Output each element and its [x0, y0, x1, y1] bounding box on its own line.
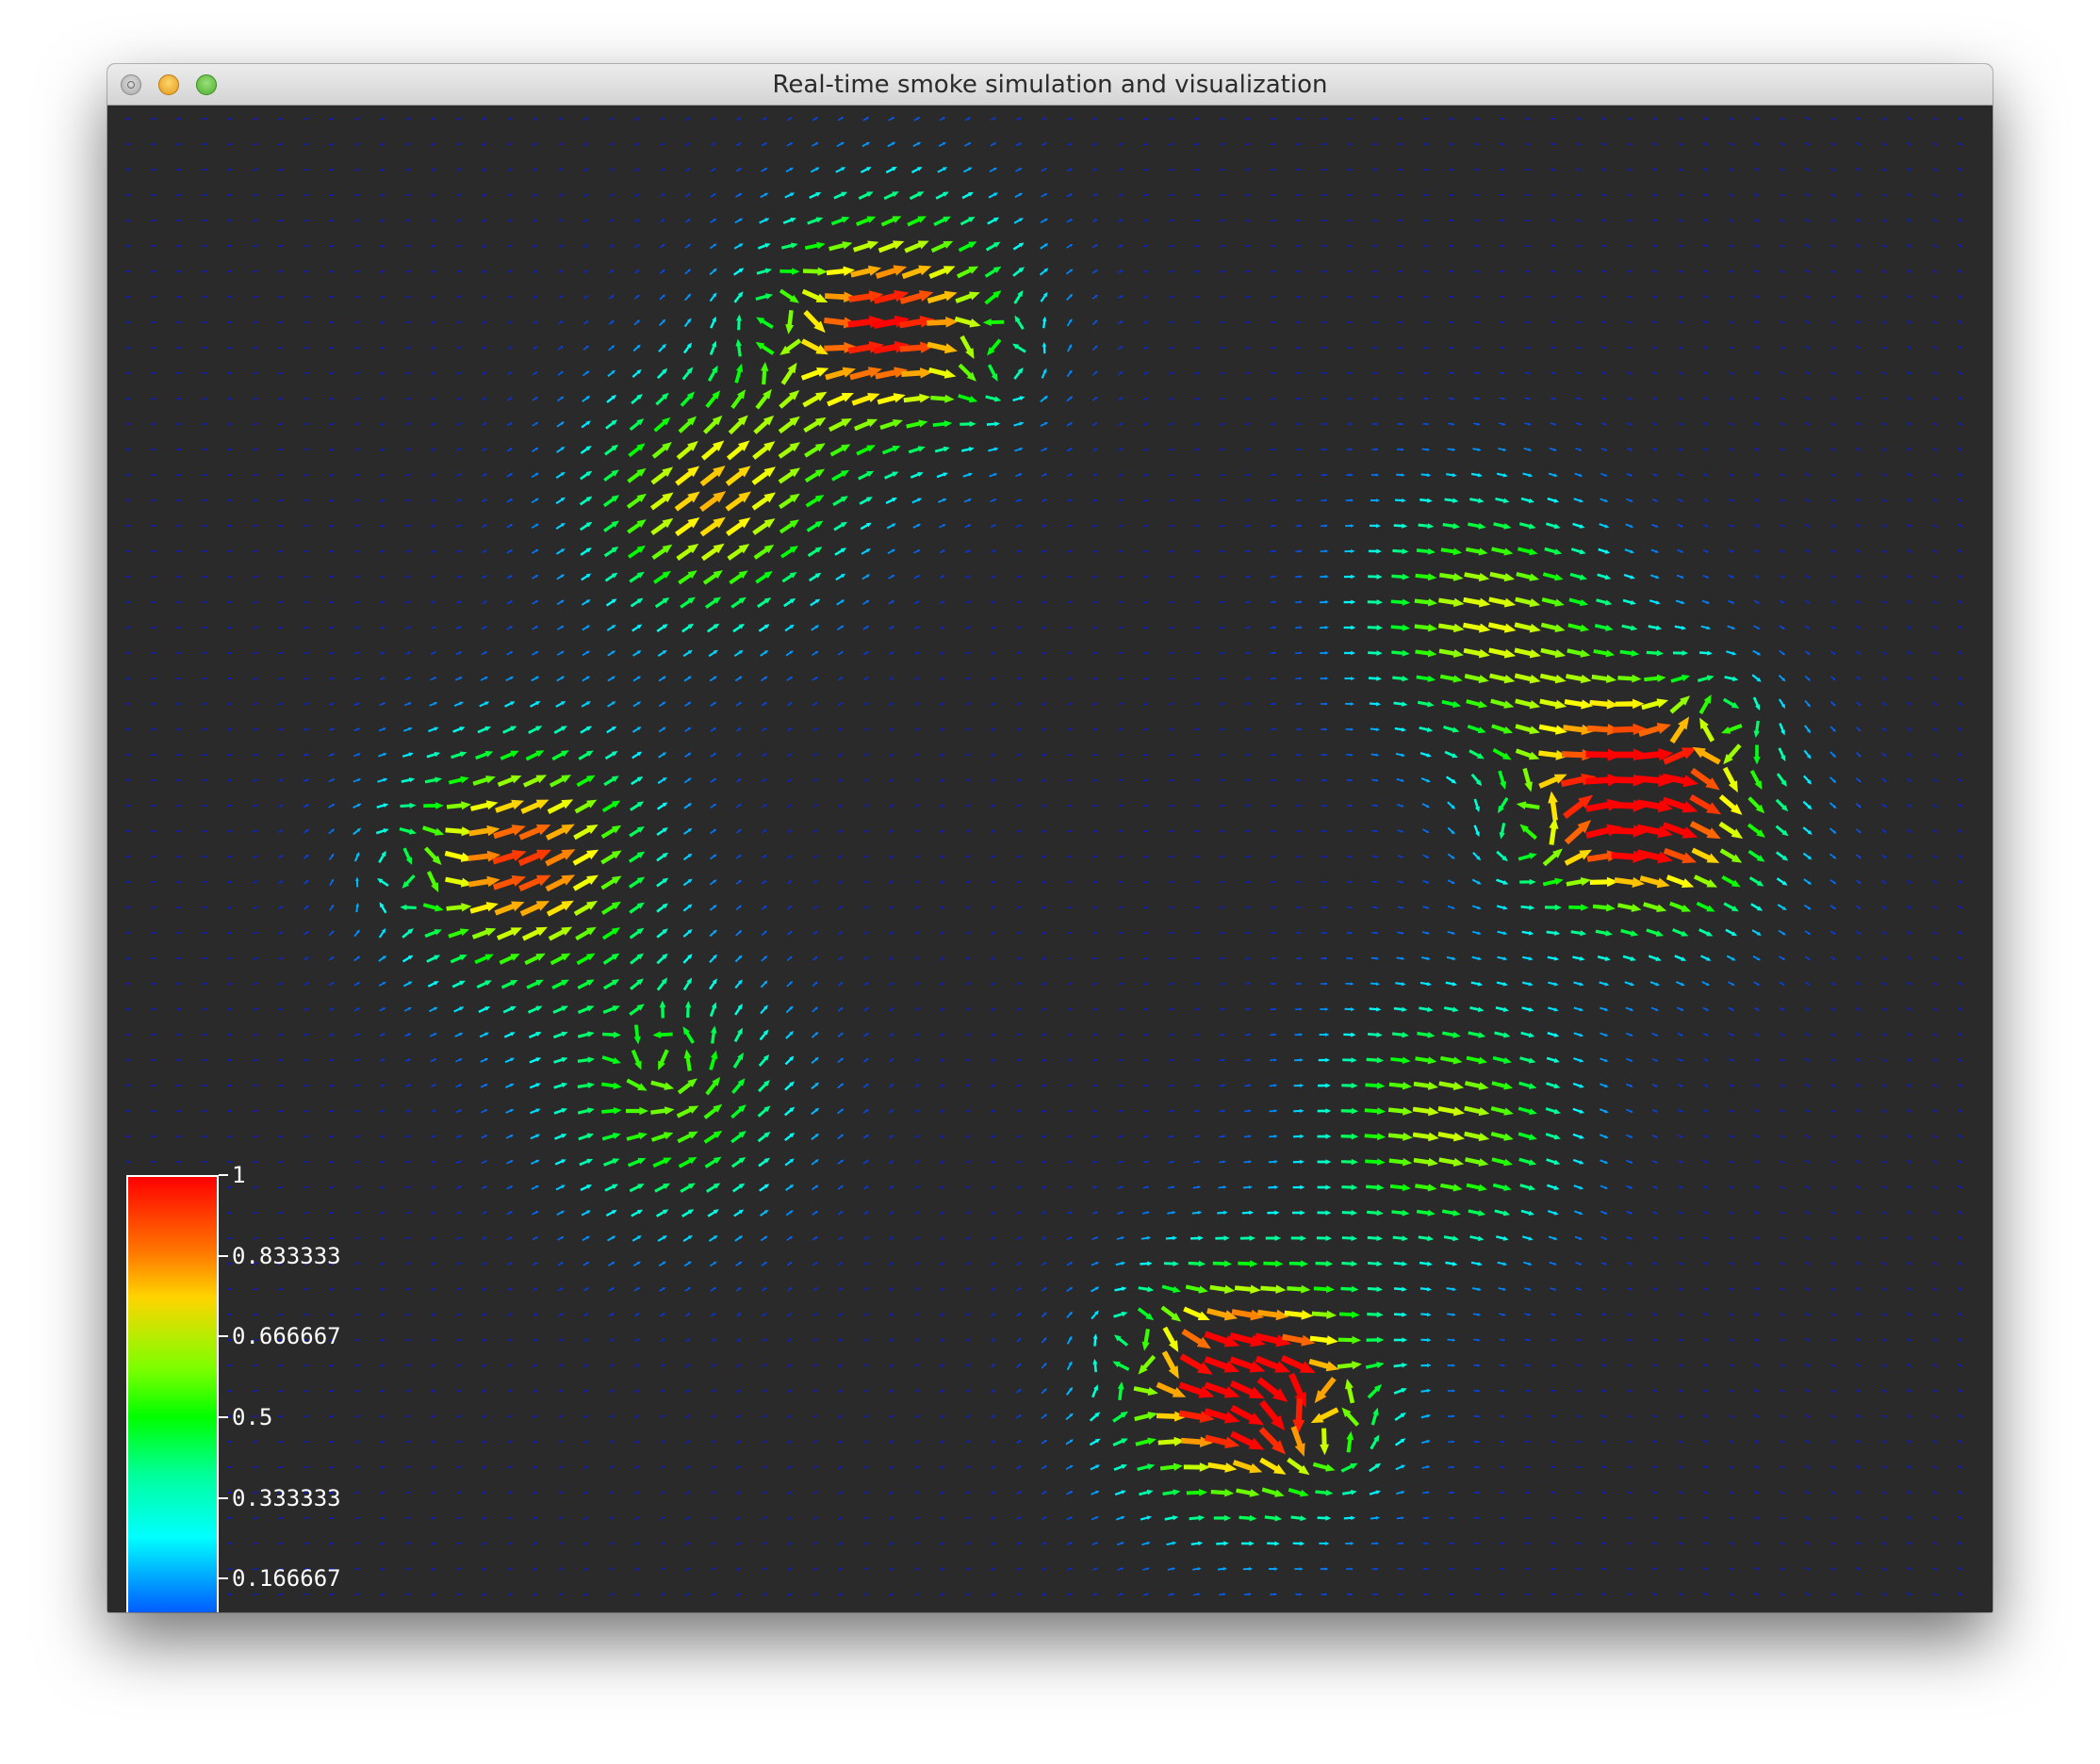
legend-tick — [219, 1577, 228, 1580]
legend-tick — [219, 1174, 228, 1176]
legend-tick — [219, 1254, 228, 1257]
legend-tick — [219, 1496, 228, 1499]
legend-color-bar — [126, 1175, 219, 1612]
legend-tick-label: 1 — [232, 1162, 246, 1188]
legend-tick — [219, 1335, 228, 1338]
title-bar[interactable]: Real-time smoke simulation and visualiza… — [107, 64, 1993, 106]
app-window: Real-time smoke simulation and visualiza… — [107, 64, 1993, 1612]
simulation-canvas[interactable]: 10.8333330.6666670.50.3333330.1666670 — [107, 106, 1993, 1612]
legend-tick-label: 0.666667 — [232, 1323, 341, 1350]
color-legend: 10.8333330.6666670.50.3333330.1666670 — [126, 1164, 341, 1612]
legend-tick-label: 0.333333 — [232, 1484, 341, 1511]
legend-tick-label: 0.166667 — [232, 1565, 341, 1592]
legend-tick-label: 0.833333 — [232, 1242, 341, 1269]
legend-tick-label: 0.5 — [232, 1404, 273, 1430]
velocity-glyph-field — [125, 117, 1963, 1596]
window-title: Real-time smoke simulation and visualiza… — [772, 71, 1328, 99]
legend-tick — [219, 1416, 228, 1418]
